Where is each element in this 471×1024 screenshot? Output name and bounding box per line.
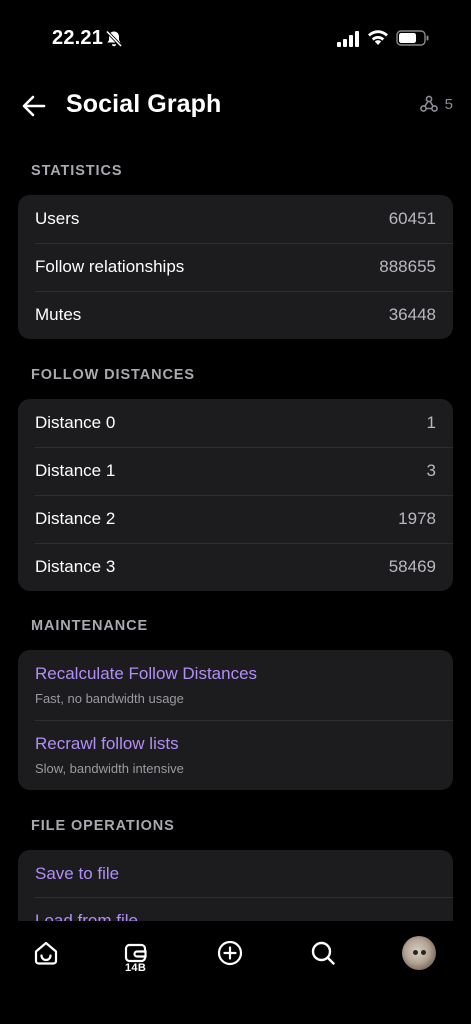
distance-value: 1 (426, 413, 436, 432)
cellular-signal-icon (337, 31, 359, 47)
wallet-balance-badge: 14B (125, 962, 147, 974)
header: Social Graph 5 (0, 80, 471, 132)
distance-label: Distance 3 (35, 557, 116, 576)
tab-home[interactable] (28, 935, 64, 971)
section-label-statistics: STATISTICS (31, 163, 123, 179)
wifi-icon (368, 30, 388, 45)
save-to-file-button[interactable]: Save to file (18, 850, 453, 897)
stat-row-mutes: Mutes 36448 (18, 291, 453, 339)
distance-row-3: Distance 3 58469 (18, 543, 453, 591)
avatar-detail (421, 950, 426, 955)
back-arrow-icon[interactable] (20, 92, 48, 120)
file-operations-card: Save to file Load from file (18, 850, 453, 921)
section-label-file-operations: FILE OPERATIONS (31, 818, 175, 834)
tab-new-post[interactable] (212, 935, 248, 971)
status-bar: 22.21 (0, 0, 471, 70)
home-icon (34, 941, 58, 965)
stat-label: Follow relationships (35, 257, 185, 276)
distance-value: 58469 (388, 557, 436, 576)
section-label-follow-distances: FOLLOW DISTANCES (31, 367, 195, 383)
peer-indicator[interactable]: 5 (419, 94, 453, 114)
action-label: Recalculate Follow Distances (35, 664, 258, 683)
follow-distances-card: Distance 0 1 Distance 1 3 Distance 2 197… (18, 399, 453, 591)
distance-row-0: Distance 0 1 (18, 399, 453, 447)
recalculate-follow-distances-button[interactable]: Recalculate Follow Distances Fast, no ba… (18, 650, 453, 720)
avatar-detail (413, 950, 418, 955)
stat-value: 888655 (379, 257, 436, 276)
load-from-file-button[interactable]: Load from file (18, 897, 453, 921)
section-label-maintenance: MAINTENANCE (31, 618, 149, 634)
distance-label: Distance 2 (35, 509, 116, 528)
distance-value: 1978 (398, 509, 436, 528)
tab-search[interactable] (305, 935, 341, 971)
recrawl-follow-lists-button[interactable]: Recrawl follow lists Slow, bandwidth int… (18, 720, 453, 790)
stat-label: Mutes (35, 305, 82, 324)
stat-label: Users (35, 209, 80, 228)
status-time: 22.21 (52, 27, 104, 49)
profile-avatar[interactable] (402, 936, 436, 970)
search-icon (311, 941, 335, 965)
maintenance-card: Recalculate Follow Distances Fast, no ba… (18, 650, 453, 790)
stat-value: 36448 (388, 305, 436, 324)
peer-count: 5 (444, 95, 453, 113)
webhook-icon (419, 95, 438, 112)
statistics-card: Users 60451 Follow relationships 888655 … (18, 195, 453, 339)
stat-row-users: Users 60451 (18, 195, 453, 243)
page-title: Social Graph (66, 90, 222, 118)
distance-label: Distance 0 (35, 413, 116, 432)
content-scroll[interactable]: STATISTICS Users 60451 Follow relationsh… (0, 150, 471, 921)
battery-icon (396, 30, 429, 46)
action-label: Recrawl follow lists (35, 734, 179, 753)
distance-row-1: Distance 1 3 (18, 447, 453, 495)
action-subtitle: Fast, no bandwidth usage (35, 691, 184, 706)
tab-bar: 14B (0, 921, 471, 1024)
bell-muted-icon (105, 30, 123, 48)
plus-circle-icon (217, 940, 243, 966)
action-subtitle: Slow, bandwidth intensive (35, 761, 184, 776)
stat-row-follow-relationships: Follow relationships 888655 (18, 243, 453, 291)
distance-label: Distance 1 (35, 461, 116, 480)
distance-value: 3 (426, 461, 436, 480)
distance-row-2: Distance 2 1978 (18, 495, 453, 543)
stat-value: 60451 (388, 209, 436, 228)
